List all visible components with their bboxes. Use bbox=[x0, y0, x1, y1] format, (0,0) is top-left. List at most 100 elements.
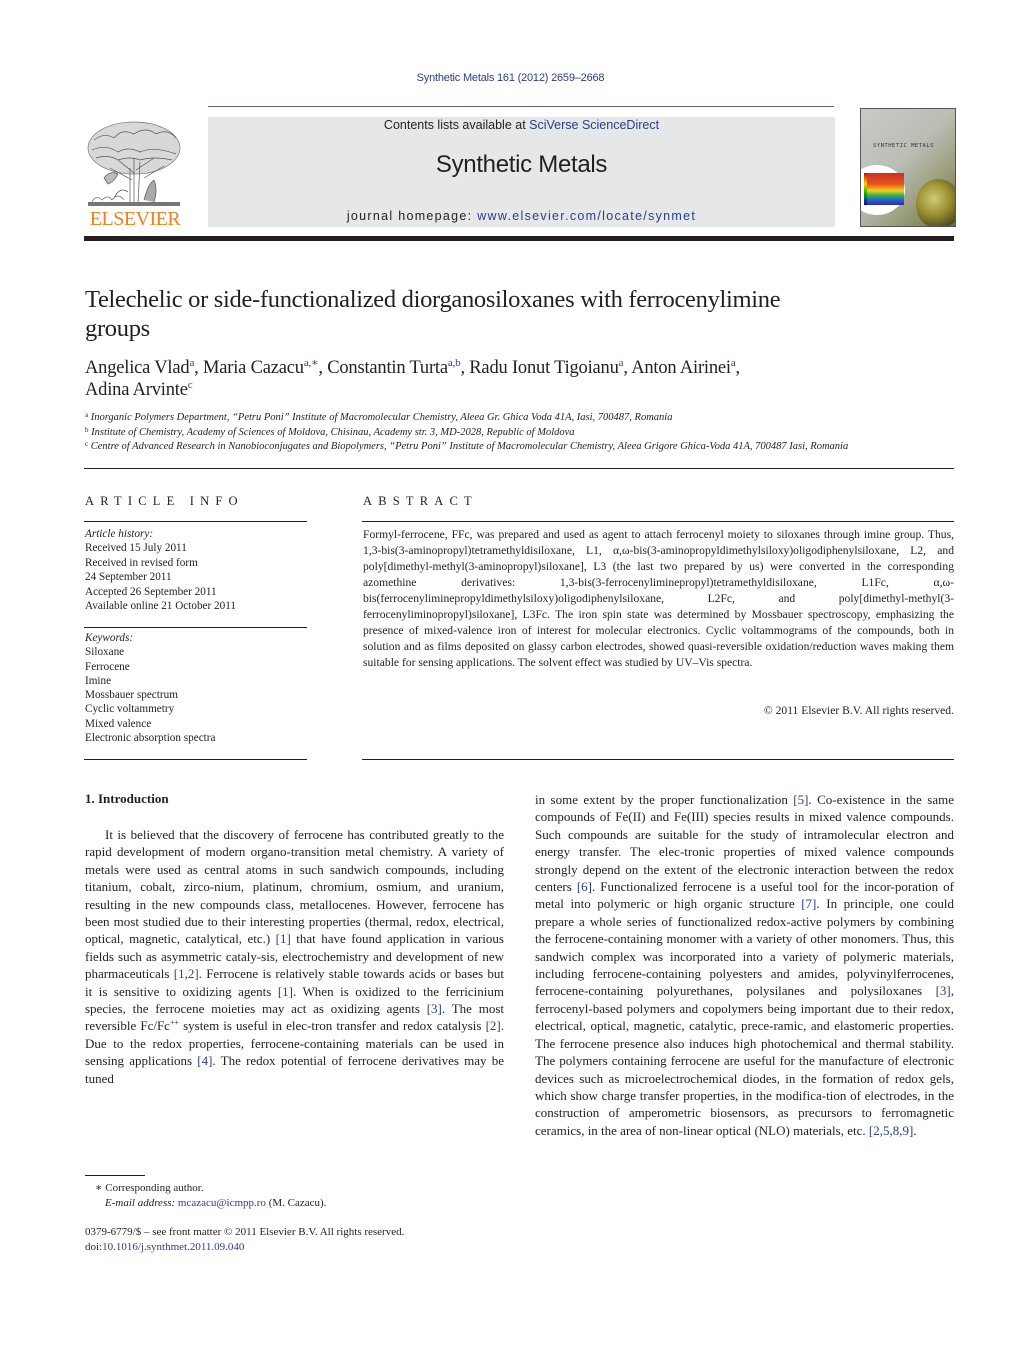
journal-homepage-link[interactable]: www.elsevier.com/locate/synmet bbox=[477, 209, 696, 223]
affiliation-text: Inorganic Polymers Department, “Petru Po… bbox=[90, 412, 673, 423]
email-suffix: (M. Cazacu). bbox=[265, 1197, 327, 1209]
cover-blob bbox=[916, 179, 955, 226]
abstract-copyright: © 2011 Elsevier B.V. All rights reserved… bbox=[763, 704, 954, 717]
text-run: It is believed that the discovery of fer… bbox=[85, 827, 504, 947]
superscript: ++ bbox=[169, 1018, 179, 1028]
author-affiliation-mark[interactable]: c bbox=[188, 379, 193, 391]
author-affiliation-mark[interactable]: a bbox=[619, 357, 624, 369]
author-affiliation-mark[interactable]: a bbox=[731, 357, 736, 369]
elsevier-logo[interactable]: ELSEVIER bbox=[84, 118, 186, 230]
keyword: Siloxane bbox=[85, 646, 125, 659]
history-item: Received 15 July 2011 bbox=[85, 542, 187, 555]
author-name[interactable]: Angelica Vlad bbox=[85, 358, 190, 378]
affiliation: c Centre of Advanced Research in Nanobio… bbox=[85, 440, 955, 455]
elsevier-wordmark: ELSEVIER bbox=[89, 208, 181, 230]
abstract-rule bbox=[362, 521, 954, 522]
email-link[interactable]: mcazacu@icmpp.ro bbox=[178, 1197, 266, 1209]
citation-reference-link[interactable]: [2,5,8,9] bbox=[869, 1123, 913, 1138]
email-label: E-mail address: bbox=[105, 1197, 176, 1209]
homepage-prefix: journal homepage: bbox=[346, 209, 478, 223]
citation-link[interactable]: Synthetic Metals 161 (2012) 2659–2668 bbox=[417, 72, 605, 84]
author-affiliation-mark[interactable]: a,∗ bbox=[304, 357, 319, 369]
author-name[interactable]: Adina Arvinte bbox=[85, 380, 188, 400]
affiliation: a Inorganic Polymers Department, “Petru … bbox=[85, 411, 955, 426]
front-matter: 0379-6779/$ – see front matter © 2011 El… bbox=[85, 1225, 505, 1255]
paragraph: in some extent by the proper functionali… bbox=[535, 791, 954, 1139]
citation-reference-link[interactable]: [5] bbox=[793, 792, 808, 807]
article-info-heading: ARTICLE INFO bbox=[85, 494, 244, 508]
abstract-rule bbox=[362, 759, 954, 760]
header-rule bbox=[208, 106, 834, 107]
author[interactable]: Anton Airineia bbox=[631, 357, 736, 379]
citation-reference-link[interactable]: [3] bbox=[427, 1001, 442, 1016]
author-affiliation-mark[interactable]: a bbox=[189, 357, 194, 369]
article-info-rule bbox=[84, 627, 307, 628]
body-column-left: It is believed that the discovery of fer… bbox=[85, 826, 504, 1087]
author[interactable]: Maria Cazacua,∗ bbox=[203, 357, 319, 379]
author-affiliation-mark[interactable]: a,b bbox=[448, 357, 461, 369]
section-heading-introduction: 1. Introduction bbox=[85, 791, 169, 806]
affiliation-list: a Inorganic Polymers Department, “Petru … bbox=[85, 411, 955, 455]
author[interactable]: Constantin Turtaa,b bbox=[327, 357, 461, 379]
doi-prefix: doi: bbox=[85, 1241, 103, 1253]
article-title: Telechelic or side-functionalized diorga… bbox=[85, 286, 781, 342]
journal-masthead: Contents lists available at SciVerse Sci… bbox=[208, 117, 835, 227]
affiliation-text: Centre of Advanced Research in Nanobioco… bbox=[90, 441, 849, 452]
keywords: Keywords: Siloxane Ferrocene Imine Mossb… bbox=[85, 631, 310, 745]
text-run: . bbox=[913, 1122, 917, 1138]
citation-reference-link[interactable]: [4] bbox=[197, 1053, 212, 1068]
citation-reference-link[interactable]: [2] bbox=[486, 1018, 501, 1033]
citation-reference-link[interactable]: [1,2] bbox=[174, 966, 199, 981]
affiliation: b Institute of Chemistry, Academy of Sci… bbox=[85, 426, 955, 441]
citation-reference-link[interactable]: [1] bbox=[276, 931, 291, 946]
citation-reference-link[interactable]: [3] bbox=[936, 983, 951, 998]
paragraph: It is believed that the discovery of fer… bbox=[85, 826, 504, 1087]
history-item: Received in revised form bbox=[85, 556, 198, 569]
affiliation-mark: c bbox=[85, 440, 89, 448]
abstract-text: Formyl-ferrocene, FFc, was prepared and … bbox=[363, 528, 954, 669]
article-history: Article history: Received 15 July 2011 R… bbox=[85, 527, 310, 613]
affiliation-mark: a bbox=[85, 411, 89, 419]
article-info-rule bbox=[84, 759, 307, 760]
asterisk-mark: ∗ bbox=[95, 1182, 103, 1194]
cover-spectrum-graphic bbox=[864, 173, 904, 205]
author-name[interactable]: Anton Airinei bbox=[631, 358, 731, 378]
author-name[interactable]: Radu Ionut Tigoianu bbox=[469, 358, 619, 378]
author-name[interactable]: Maria Cazacu bbox=[203, 358, 304, 378]
author-name[interactable]: Constantin Turta bbox=[327, 358, 448, 378]
corresponding-author-footnote: ∗ Corresponding author. E-mail address: … bbox=[95, 1181, 495, 1211]
author[interactable]: Radu Ionut Tigoianua bbox=[469, 357, 624, 379]
abstract-heading: ABSTRACT bbox=[363, 494, 478, 508]
header-thick-rule bbox=[84, 236, 954, 241]
text-run: system is useful in elec-tron transfer a… bbox=[178, 1018, 486, 1034]
corresponding-label: Corresponding author. bbox=[105, 1182, 204, 1194]
author[interactable]: Angelica Vlada bbox=[85, 357, 194, 379]
body-column-right: in some extent by the proper functionali… bbox=[535, 791, 954, 1139]
citation-reference-link[interactable]: [7] bbox=[801, 896, 816, 911]
keyword: Mixed valence bbox=[85, 717, 152, 730]
doi-link[interactable]: 10.1016/j.synthmet.2011.09.040 bbox=[102, 1241, 244, 1253]
affiliation-rule bbox=[84, 468, 954, 469]
journal-citation[interactable]: Synthetic Metals 161 (2012) 2659–2668 bbox=[0, 72, 1021, 84]
sciencedirect-link[interactable]: SciVerse ScienceDirect bbox=[529, 118, 659, 132]
author-list: Angelica Vlada, Maria Cazacua,∗, Constan… bbox=[85, 357, 740, 401]
history-item: Accepted 26 September 2011 bbox=[85, 585, 217, 598]
history-item: Available online 21 October 2011 bbox=[85, 600, 236, 613]
keyword: Ferrocene bbox=[85, 660, 130, 673]
cover-colorbar bbox=[864, 173, 867, 205]
text-run: in some extent by the proper functionali… bbox=[535, 792, 794, 807]
front-matter-text: 0379-6779/$ – see front matter © 2011 El… bbox=[85, 1226, 405, 1238]
footnote-rule bbox=[85, 1175, 145, 1176]
contents-prefix: Contents lists available at bbox=[383, 118, 530, 132]
history-label: Article history: bbox=[85, 528, 154, 540]
author[interactable]: Adina Arvintec bbox=[85, 379, 193, 401]
journal-homepage-line: journal homepage: www.elsevier.com/locat… bbox=[208, 209, 835, 223]
keyword: Imine bbox=[85, 674, 112, 687]
citation-reference-link[interactable]: [1] bbox=[278, 984, 293, 999]
cover-title: SYNTHETIC METALS bbox=[873, 143, 934, 149]
citation-reference-link[interactable]: [6] bbox=[577, 879, 592, 894]
history-item: 24 September 2011 bbox=[85, 571, 172, 584]
journal-cover-image[interactable]: SYNTHETIC METALS bbox=[860, 108, 956, 227]
contents-line: Contents lists available at SciVerse Sci… bbox=[208, 118, 835, 132]
keyword: Cyclic voltammetry bbox=[85, 703, 175, 716]
